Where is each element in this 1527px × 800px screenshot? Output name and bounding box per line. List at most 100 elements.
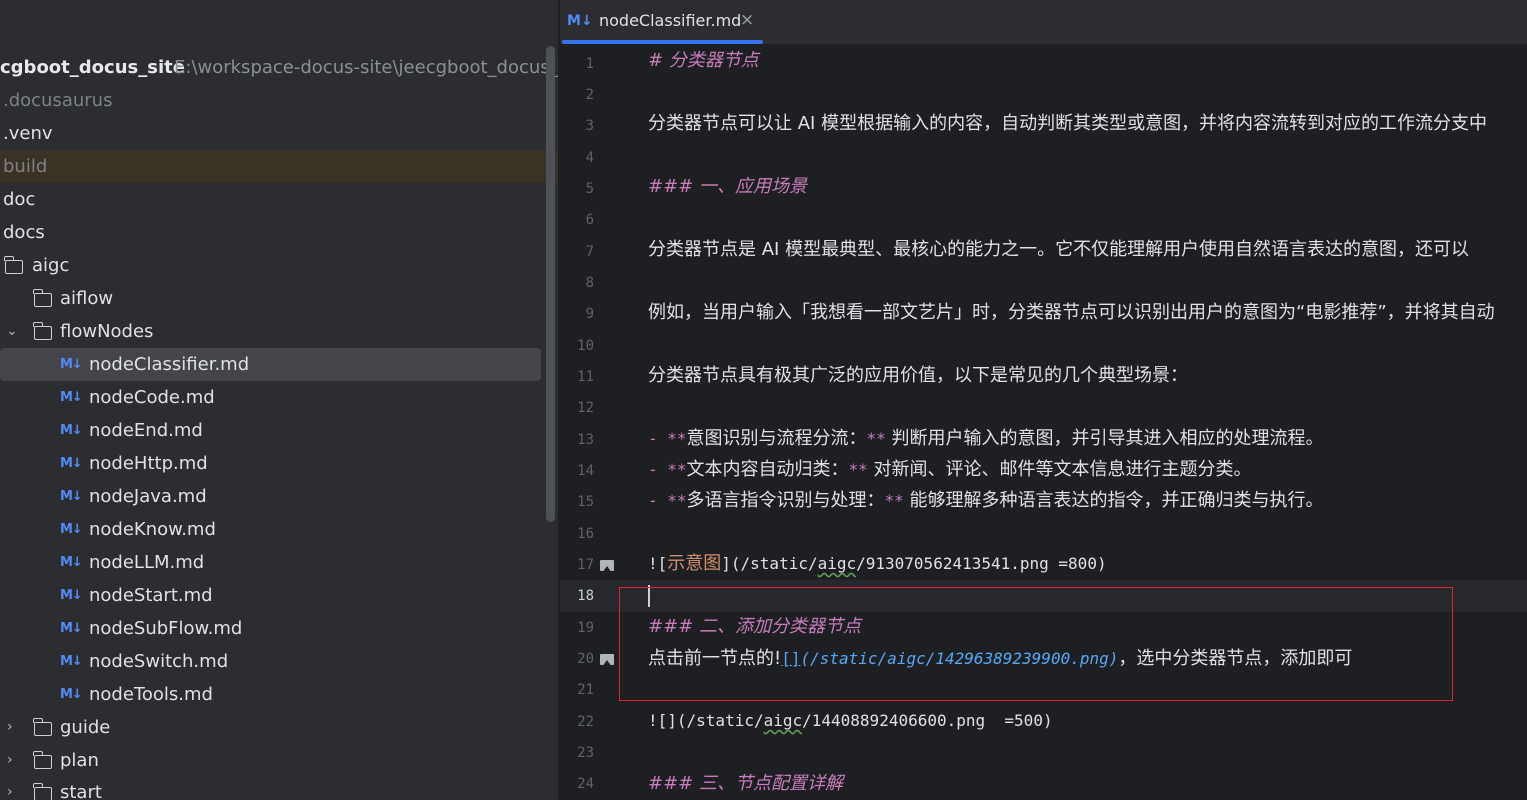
bold-marker: ** — [667, 429, 687, 448]
code-line-1[interactable]: # 分类器节点 — [648, 48, 759, 74]
tab-nodeclassifier[interactable]: M↓ nodeClassifier.md × — [560, 0, 766, 44]
tree-item-docs[interactable]: docs — [0, 216, 545, 249]
line-number: 13 — [577, 432, 594, 448]
line-number: 23 — [577, 745, 594, 761]
list-marker: - — [648, 429, 668, 448]
tree-item-plan[interactable]: › plan — [0, 744, 545, 777]
code-line-24[interactable]: ### 三、节点配置详解 — [648, 771, 843, 797]
tree-item-nodeclassifier[interactable]: M↓ nodeClassifier.md — [0, 348, 541, 381]
markdown-file-icon: M↓ — [60, 423, 83, 438]
code-line-11[interactable]: 分类器节点具有极其广泛的应用价值，以下是常见的几个典型场景： — [648, 363, 1188, 389]
tree-item-label: nodeCode.md — [89, 387, 215, 408]
tree-item-start[interactable]: › start — [0, 776, 545, 800]
tree-item-label: docs — [3, 222, 45, 243]
tree-item-aiflow[interactable]: aiflow — [0, 282, 545, 315]
folder-icon — [33, 289, 52, 307]
image-preview-icon[interactable] — [600, 654, 614, 665]
tree-item-label: start — [60, 782, 102, 800]
code-line-13[interactable]: - **意图识别与流程分流：** 判断用户输入的意图，并引导其进入相应的处理流程… — [648, 426, 1324, 452]
markdown-file-icon: M↓ — [60, 621, 83, 636]
folder-icon — [33, 783, 52, 800]
tree-item-label: guide — [60, 717, 111, 738]
bold-marker: ** — [667, 491, 687, 510]
code-line-15[interactable]: - **多语言指令识别与处理：** 能够理解多种语言表达的指令，并正确归类与执行… — [648, 488, 1324, 514]
tree-item-label: nodeTools.md — [89, 684, 213, 705]
image-path-tail: /913070562413541.png =800) — [856, 554, 1107, 573]
tree-item-doc[interactable]: doc — [0, 183, 545, 216]
markdown-file-icon: M↓ — [60, 522, 83, 537]
project-scrollbar[interactable] — [546, 46, 555, 522]
chevron-right-icon[interactable]: › — [7, 720, 21, 734]
tree-item-build[interactable]: build — [0, 150, 558, 183]
tree-item-nodejava[interactable]: M↓ nodeJava.md — [0, 480, 545, 513]
line-number: 22 — [577, 714, 594, 730]
bold-marker: ** — [667, 460, 687, 479]
bold-marker: ** — [866, 429, 886, 448]
markdown-file-icon: M↓ — [60, 489, 83, 504]
line-number: 15 — [577, 494, 594, 510]
tree-item-label: aigc — [32, 255, 70, 276]
folder-icon — [33, 718, 52, 736]
line-number: 14 — [577, 463, 594, 479]
image-path-typo: aigc — [817, 554, 857, 573]
chevron-right-icon[interactable]: › — [7, 753, 21, 767]
code-line-14[interactable]: - **文本内容自动归类：** 对新闻、评论、邮件等文本信息进行主题分类。 — [648, 457, 1252, 483]
project-root-path: E:\workspace-docus-site\jeecgboot_docus_… — [174, 57, 558, 78]
project-panel: cgboot_docus_site E:\workspace-docus-sit… — [0, 0, 558, 800]
line-text: 对新闻、评论、邮件等文本信息进行主题分类。 — [867, 459, 1252, 480]
line-text: 能够理解多种语言表达的指令，并正确归类与执行。 — [903, 490, 1324, 511]
project-root-row[interactable]: cgboot_docus_site E:\workspace-docus-sit… — [0, 51, 558, 84]
line-number: 20 — [577, 651, 594, 667]
line-number: 8 — [585, 275, 594, 291]
tree-item-nodestart[interactable]: M↓ nodeStart.md — [0, 579, 545, 612]
bold-text: 意图识别与流程分流： — [686, 428, 867, 449]
editor-panel: M↓ nodeClassifier.md × 1 2 3 4 5 6 7 8 9 10 11 12 13… — [560, 0, 1527, 800]
line-number: 6 — [585, 212, 594, 228]
tree-item-aigc[interactable]: aigc — [0, 249, 545, 282]
chevron-down-icon[interactable]: ⌄ — [6, 324, 20, 338]
code-line-3[interactable]: 分类器节点可以让 AI 模型根据输入的内容，自动判断其类型或意图，并将内容流转到… — [648, 111, 1487, 137]
line-number: 21 — [577, 682, 594, 698]
editor-tabbar: M↓ nodeClassifier.md × — [560, 0, 1527, 45]
line-number: 9 — [585, 306, 594, 322]
tree-item-nodellm[interactable]: M↓ nodeLLM.md — [0, 546, 545, 579]
markdown-file-icon: M↓ — [60, 654, 83, 669]
line-number: 18 — [577, 588, 594, 604]
code-line-7[interactable]: 分类器节点是 AI 模型最典型、最核心的能力之一。它不仅能理解用户使用自然语言表… — [648, 237, 1469, 263]
tree-item-label: aiflow — [60, 288, 114, 309]
markdown-file-icon: M↓ — [60, 390, 83, 405]
code-line-9[interactable]: 例如，当用户输入「我想看一部文艺片」时，分类器节点可以识别出用户的意图为“电影推… — [648, 300, 1495, 326]
tree-item-docusaurus[interactable]: .docusaurus — [0, 84, 545, 117]
tree-item-venv[interactable]: .venv — [0, 117, 545, 150]
folder-icon — [33, 751, 52, 769]
tree-item-label: nodeSubFlow.md — [89, 618, 243, 639]
tree-item-label: nodeClassifier.md — [89, 354, 250, 375]
tree-item-label: flowNodes — [60, 321, 154, 342]
close-icon[interactable]: × — [740, 0, 754, 41]
markdown-file-icon: M↓ — [60, 456, 83, 471]
code-line-17[interactable]: ![示意图](/static/aigc/913070562413541.png … — [648, 551, 1107, 577]
code-line-5[interactable]: ### 一、应用场景 — [648, 174, 807, 200]
line-number: 3 — [585, 118, 594, 134]
tree-item-nodeend[interactable]: M↓ nodeEnd.md — [0, 414, 545, 447]
tree-item-label: nodeStart.md — [89, 585, 213, 606]
bold-marker: ** — [884, 491, 904, 510]
tree-item-nodetools[interactable]: M↓ nodeTools.md — [0, 678, 545, 711]
tree-item-nodecode[interactable]: M↓ nodeCode.md — [0, 381, 545, 414]
tree-item-nodeswitch[interactable]: M↓ nodeSwitch.md — [0, 645, 545, 678]
tree-item-nodeknow[interactable]: M↓ nodeKnow.md — [0, 513, 545, 546]
markdown-file-icon: M↓ — [60, 357, 83, 372]
tree-item-guide[interactable]: › guide — [0, 711, 545, 744]
chevron-right-icon[interactable]: › — [7, 785, 21, 799]
markdown-file-icon: M↓ — [567, 13, 593, 29]
tree-item-label: nodeEnd.md — [89, 420, 203, 441]
tab-title: nodeClassifier.md — [599, 11, 742, 30]
bold-text: 文本内容自动归类： — [686, 459, 849, 480]
line-number: 11 — [577, 369, 594, 385]
tree-item-nodehttp[interactable]: M↓ nodeHttp.md — [0, 447, 545, 480]
tree-item-flownodes[interactable]: ⌄ flowNodes — [0, 315, 545, 348]
markdown-file-icon: M↓ — [60, 687, 83, 702]
code-line-22[interactable]: ![](/static/aigc/14408892406600.png =500… — [648, 708, 1053, 734]
image-preview-icon[interactable] — [600, 560, 614, 571]
tree-item-nodesubflow[interactable]: M↓ nodeSubFlow.md — [0, 612, 545, 645]
